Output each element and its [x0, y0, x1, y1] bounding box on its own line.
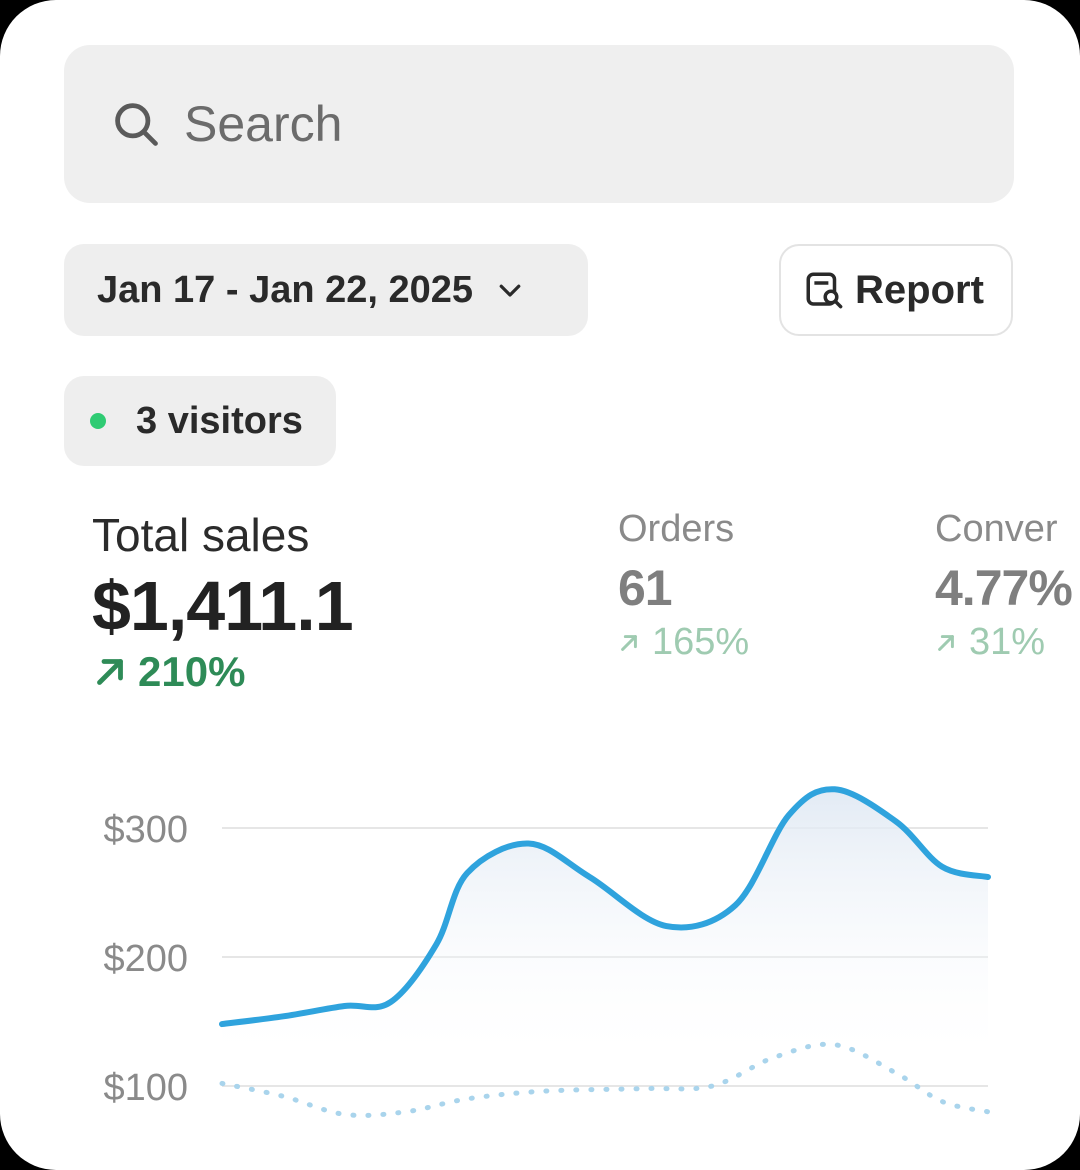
visitors-count: 3 visitors	[136, 399, 303, 442]
y-tick-label: $200	[103, 938, 188, 980]
metric-label: Orders	[618, 508, 735, 550]
metric-conversion[interactable]: Conver 4.77% 31%	[935, 508, 1073, 664]
date-range-label: Jan 17 - Jan 22, 2025	[97, 268, 474, 311]
chevron-down-icon	[499, 284, 521, 297]
metric-change-value: 210%	[138, 648, 246, 695]
metric-label: Conver	[935, 508, 1058, 550]
metric-change: 31%	[935, 621, 1072, 664]
metric-change-value: 165%	[652, 621, 750, 663]
metric-change-value: 31%	[969, 621, 1046, 663]
sales-overview-card: Jan 17 - Jan 22, 2025 Report 3 visitors …	[0, 0, 1080, 1170]
sales-line-chart: $300 $200 $100	[103, 786, 991, 1118]
metric-value: 4.77%	[935, 560, 1073, 616]
search-bar[interactable]	[64, 45, 1014, 203]
date-range-selector[interactable]: Jan 17 - Jan 22, 2025	[64, 244, 588, 336]
metric-value: 61	[618, 560, 673, 616]
metric-change: 210%	[92, 648, 353, 696]
metric-label: Total sales	[92, 509, 310, 561]
y-tick-label: $100	[103, 1067, 188, 1109]
arrow-up-right-icon	[621, 634, 637, 651]
metric-orders[interactable]: Orders 61 165%	[618, 508, 749, 664]
arrow-up-right-icon	[97, 659, 123, 685]
search-input[interactable]	[182, 94, 946, 154]
report-button-label: Report	[855, 267, 984, 312]
arrow-up-right-icon	[938, 634, 954, 651]
report-button[interactable]: Report	[779, 244, 1013, 336]
search-icon	[115, 103, 158, 146]
metric-change: 165%	[618, 621, 749, 664]
series-area-fill	[222, 789, 988, 1070]
metric-total-sales[interactable]: Total sales $1,411.1 210%	[92, 508, 354, 696]
y-tick-label: $300	[103, 809, 188, 851]
live-status-dot	[90, 413, 106, 429]
metric-value: $1,411.1	[92, 567, 354, 645]
report-icon	[806, 272, 843, 309]
live-visitors-badge[interactable]: 3 visitors	[64, 376, 336, 466]
